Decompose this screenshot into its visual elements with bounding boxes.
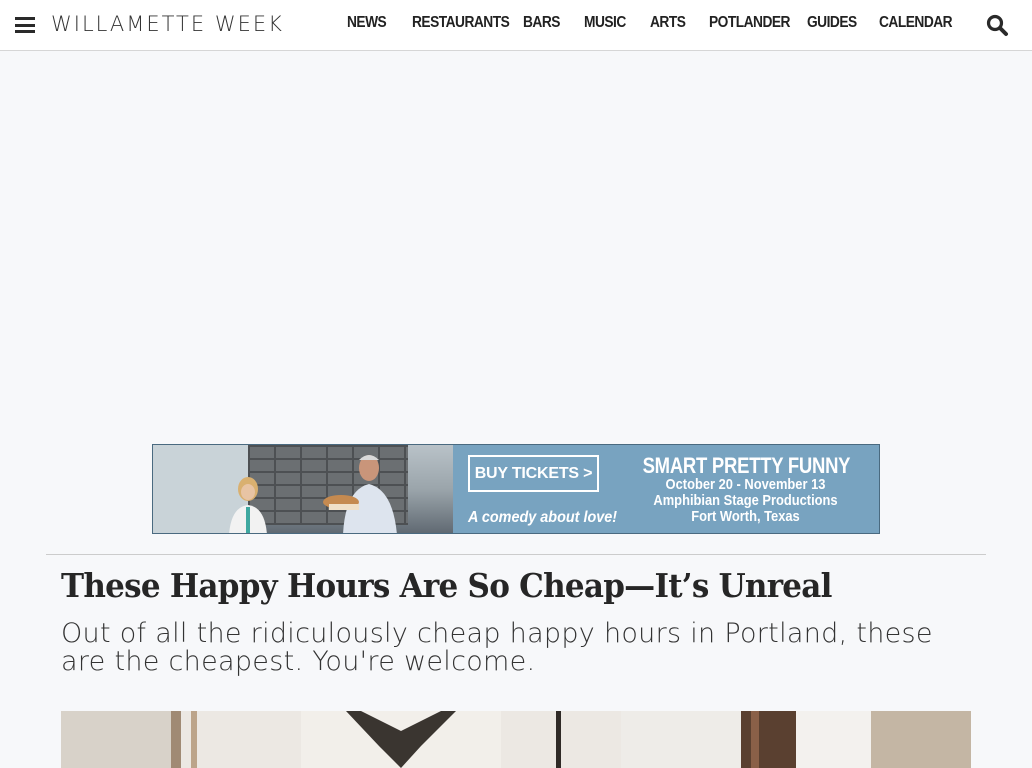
buy-tickets-button[interactable]: BUY TICKETS > [468,455,599,492]
woman-figure-icon [229,477,267,533]
banner-producer: Amphibian Stage Productions [653,492,838,509]
banner-photo [153,445,453,533]
nav-item-restaurants[interactable]: RESTAURANTS [412,14,510,32]
ad-banner[interactable]: BUY TICKETS > A comedy about love! SMART… [152,444,880,534]
nav-item-calendar[interactable]: CALENDAR [879,14,953,32]
nav-item-bars[interactable]: BARS [523,14,560,32]
nav-item-arts[interactable]: ARTS [650,14,686,32]
article-headline: These Happy Hours Are So Cheap—It’s Unre… [61,566,832,605]
main-nav: NEWS RESTAURANTS BARS MUSIC ARTS POTLAND… [0,14,1032,38]
divider [46,554,986,555]
top-navigation-bar: WILLAMETTE WEEK NEWS RESTAURANTS BARS MU… [0,0,1032,51]
nav-item-guides[interactable]: GUIDES [807,14,857,32]
man-figure-icon [323,455,397,533]
ad-placeholder [0,52,1032,432]
nav-item-music[interactable]: MUSIC [584,14,626,32]
nav-item-potlander[interactable]: POTLANDER [709,14,790,32]
search-icon[interactable] [985,13,1009,37]
banner-dates: October 20 - November 13 [665,476,826,493]
article-dek: Out of all the ridiculously cheap happy … [61,618,933,677]
hero-image [61,711,971,768]
banner-tagline: A comedy about love! [468,509,618,526]
nav-item-news[interactable]: NEWS [347,14,387,32]
banner-location: Fort Worth, Texas [691,508,800,525]
